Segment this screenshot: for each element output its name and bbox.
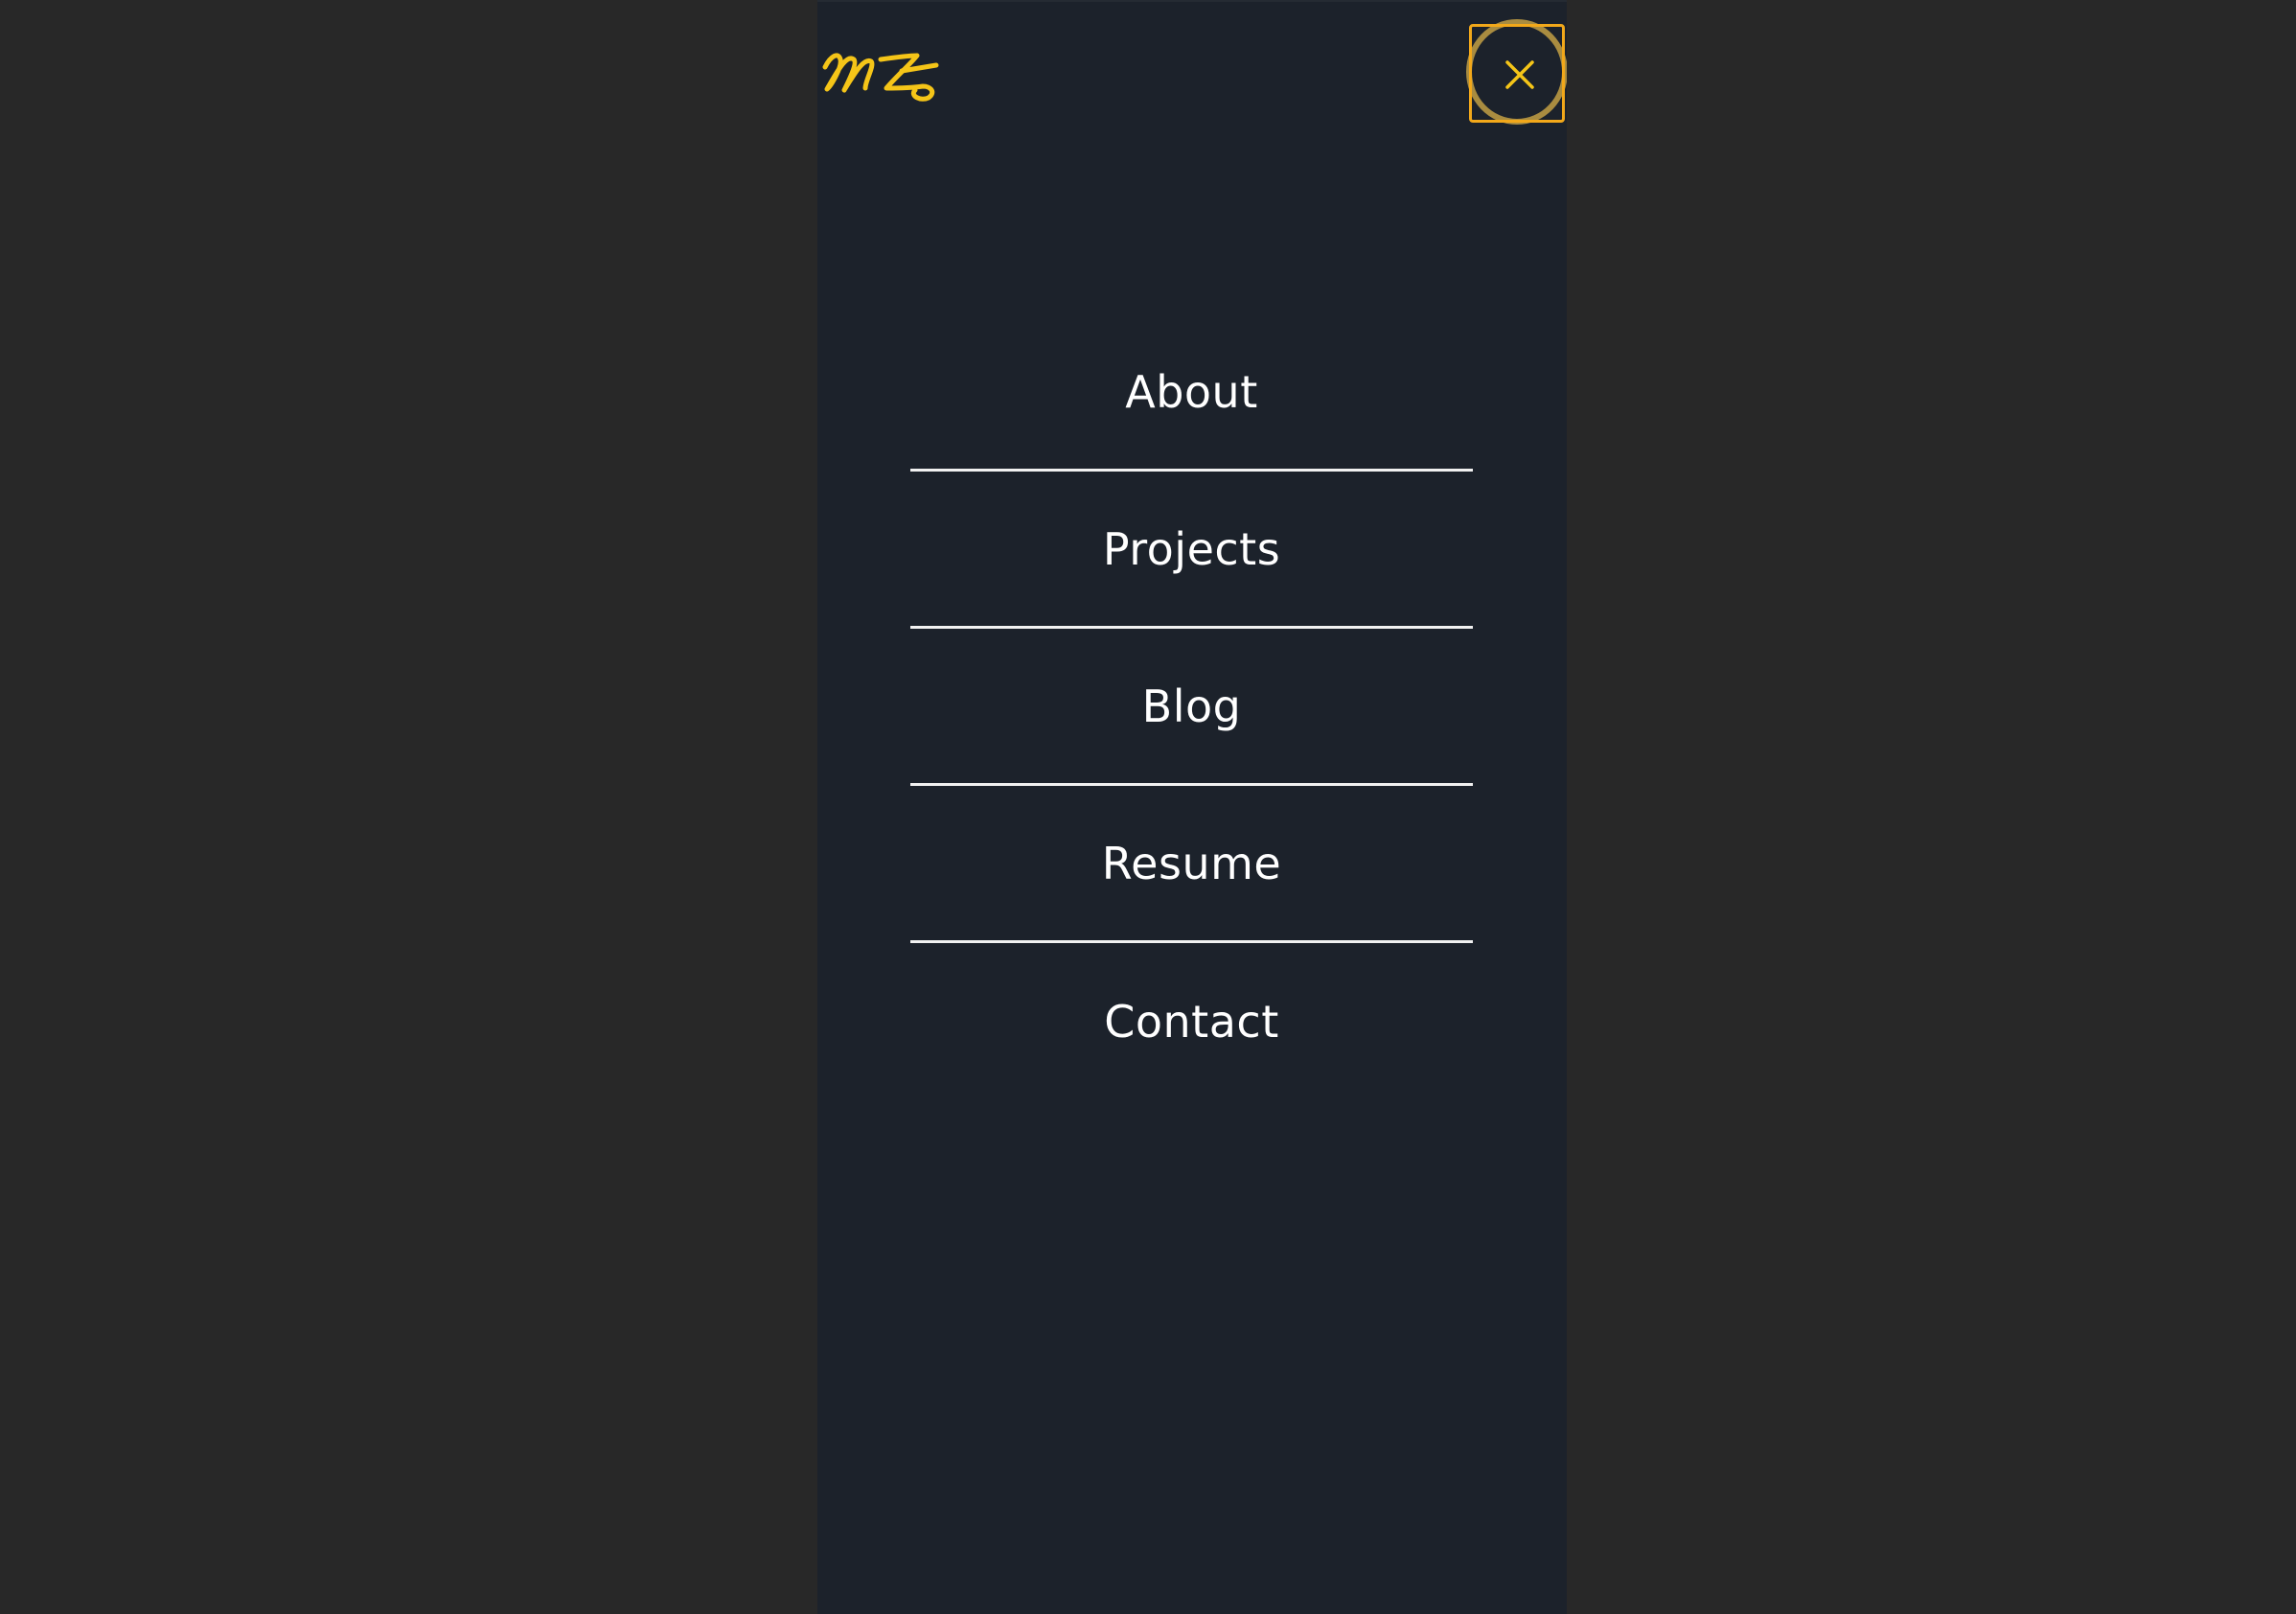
nav-menu: About Projects Blog Resume Contact bbox=[910, 314, 1473, 1100]
nav-link-blog[interactable]: Blog bbox=[1142, 680, 1242, 732]
close-menu-button[interactable] bbox=[1469, 24, 1565, 123]
site-logo[interactable] bbox=[817, 36, 952, 104]
nav-link-resume[interactable]: Resume bbox=[1102, 838, 1281, 889]
nav-item-projects[interactable]: Projects bbox=[910, 472, 1473, 629]
nav-link-about[interactable]: About bbox=[1125, 366, 1258, 418]
logo-signature-icon bbox=[822, 53, 939, 102]
mobile-nav-panel: About Projects Blog Resume Contact bbox=[817, 0, 1567, 1614]
nav-item-about[interactable]: About bbox=[910, 314, 1473, 472]
nav-item-contact[interactable]: Contact bbox=[910, 943, 1473, 1100]
top-border bbox=[817, 0, 1567, 2]
nav-item-blog[interactable]: Blog bbox=[910, 629, 1473, 786]
nav-item-resume[interactable]: Resume bbox=[910, 786, 1473, 943]
nav-link-projects[interactable]: Projects bbox=[1103, 523, 1280, 575]
nav-link-contact[interactable]: Contact bbox=[1104, 996, 1278, 1048]
close-icon bbox=[1505, 60, 1534, 89]
